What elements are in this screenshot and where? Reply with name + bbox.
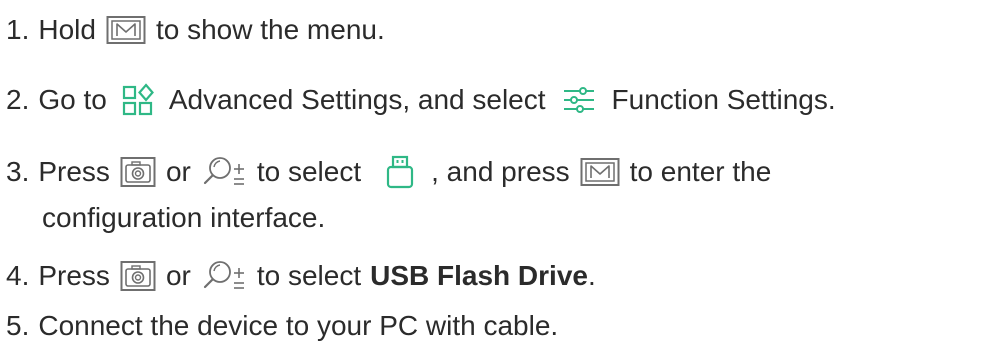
- zoom-button-icon: [201, 259, 247, 293]
- usb-flash-drive-label: USB Flash Drive: [370, 260, 588, 291]
- step-5: 5. Connect the device to your PC with ca…: [6, 306, 558, 346]
- zoom-button-icon: [201, 155, 247, 189]
- step-text: to select: [256, 260, 362, 291]
- step-number: 2.: [6, 84, 30, 115]
- step-4: 4. Press or to select USB Flash Drive .: [6, 256, 596, 296]
- advanced-settings-icon: [121, 83, 155, 117]
- step-3: 3. Press or to select , and press to ent…: [6, 152, 771, 192]
- step-number: 1.: [6, 14, 30, 45]
- step-text: Press: [38, 260, 110, 291]
- step-text: Press: [38, 156, 110, 187]
- step-number: 5.: [6, 310, 30, 341]
- step-text: to select: [256, 156, 362, 187]
- step-text: to show the menu.: [155, 14, 385, 45]
- step-text: Hold: [38, 14, 96, 45]
- step-2: 2. Go to Advanced Settings, and select F…: [6, 80, 836, 120]
- step-text: Function Settings.: [611, 84, 836, 115]
- camera-button-icon: [120, 260, 156, 292]
- step-text: or: [165, 260, 191, 291]
- step-3-continuation: configuration interface.: [42, 198, 325, 238]
- step-number: 4.: [6, 260, 30, 291]
- step-number: 3.: [6, 156, 30, 187]
- step-text: configuration interface.: [42, 202, 326, 233]
- camera-button-icon: [120, 156, 156, 188]
- menu-button-icon: [580, 157, 620, 187]
- step-text: .: [587, 260, 596, 291]
- step-text: , and press: [431, 156, 570, 187]
- step-text: or: [165, 156, 191, 187]
- step-text: to enter the: [629, 156, 772, 187]
- step-1: 1. Hold to show the menu.: [6, 10, 385, 50]
- function-settings-icon: [562, 85, 596, 115]
- usb-icon: [385, 155, 415, 189]
- menu-button-icon: [106, 15, 146, 45]
- step-text: Go to: [38, 84, 107, 115]
- step-text: Connect the device to your PC with cable…: [38, 310, 559, 341]
- step-text: Advanced Settings, and select: [168, 84, 546, 115]
